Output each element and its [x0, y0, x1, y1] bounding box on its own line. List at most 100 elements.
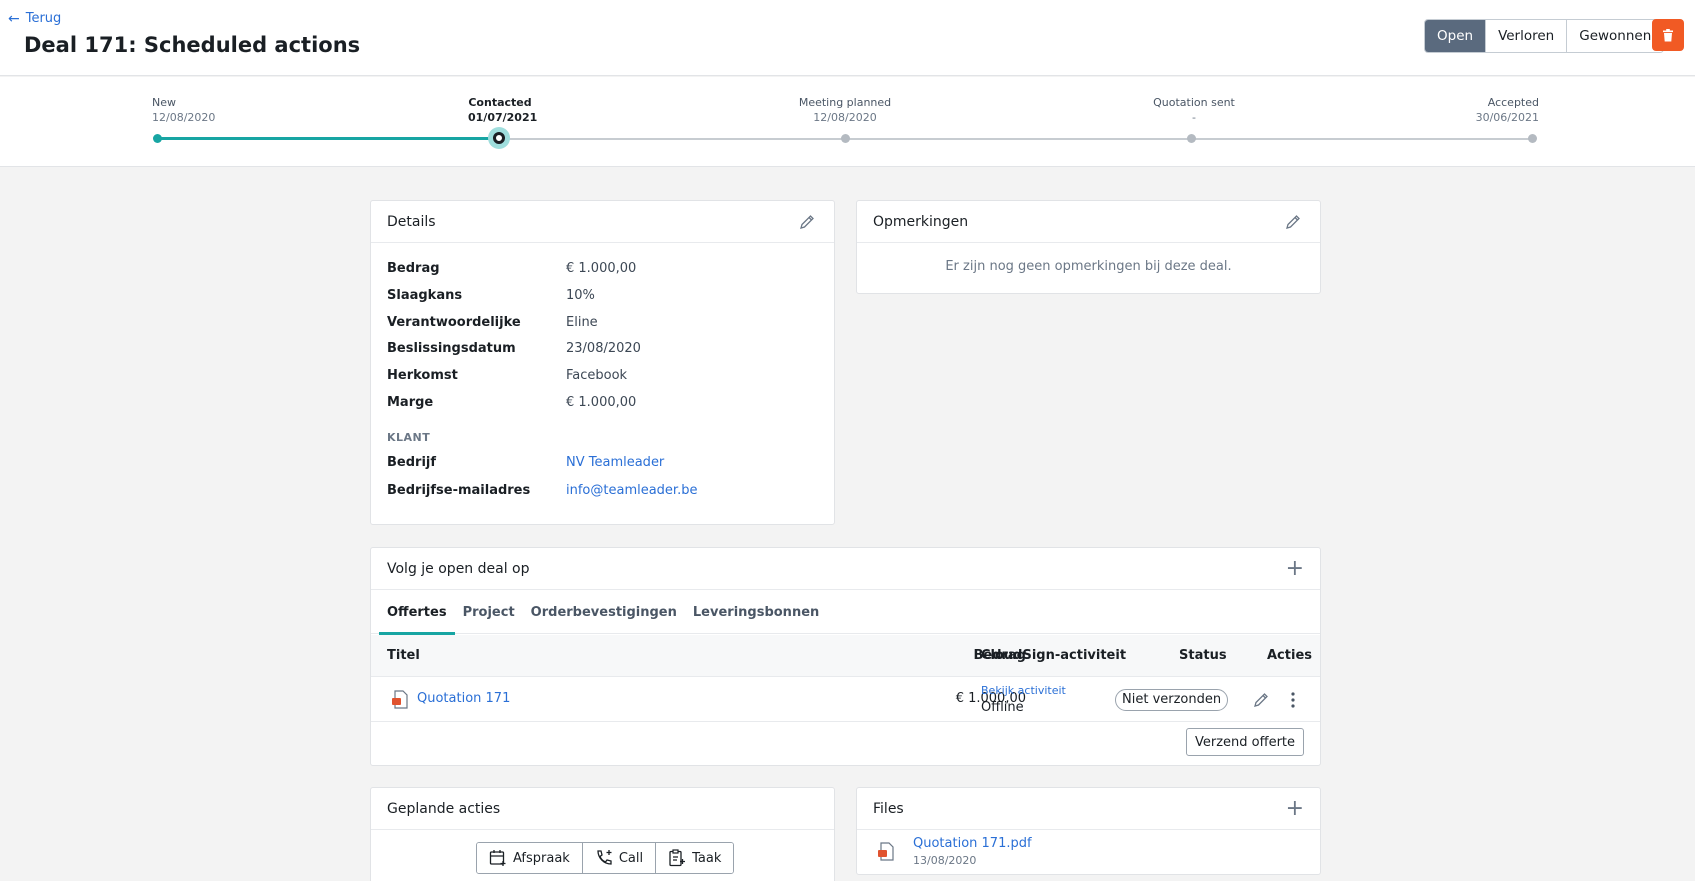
- company-link[interactable]: NV Teamleader: [566, 455, 664, 470]
- calendar-plus-icon: [489, 850, 506, 866]
- plus-icon: +: [1285, 555, 1304, 581]
- planned-actions-title: Geplande acties: [387, 800, 501, 817]
- stage-dot-quotation-sent: [1187, 134, 1196, 143]
- stage-date: -: [1192, 111, 1196, 124]
- file-date: 13/08/2020: [913, 854, 977, 867]
- details-card: Details Bedrag € 1.000,00 Slaagkans 10% …: [370, 200, 835, 525]
- add-document-button[interactable]: +: [1285, 555, 1304, 581]
- add-call-button[interactable]: Call: [582, 843, 657, 873]
- detail-value: Facebook: [566, 368, 628, 383]
- details-card-header: Details: [371, 201, 834, 243]
- followup-title: Volg je open deal op: [387, 560, 530, 577]
- stage-dot-accepted: [1528, 134, 1537, 143]
- stage-dot-meeting-planned: [841, 134, 850, 143]
- stage-accepted[interactable]: Accepted 30/06/2021: [1439, 95, 1539, 125]
- stage-dot-contacted: [493, 132, 505, 144]
- detail-label: Bedrag: [387, 261, 440, 276]
- add-file-button[interactable]: +: [1286, 797, 1304, 820]
- view-activity-link[interactable]: Bekijk activiteit: [981, 684, 1066, 697]
- klant-heading: KLANT: [387, 431, 431, 444]
- detail-label: Marge: [387, 395, 434, 410]
- status-won-button[interactable]: Gewonnen: [1567, 20, 1664, 52]
- quotation-link[interactable]: Quotation 171: [417, 691, 510, 706]
- button-label: Taak: [692, 850, 722, 866]
- edit-quotation-button[interactable]: [1250, 689, 1272, 711]
- more-vertical-icon: [1291, 692, 1295, 708]
- add-task-button[interactable]: Taak: [656, 843, 734, 873]
- back-link-label: Terug: [25, 11, 62, 26]
- files-card-header: Files +: [857, 788, 1320, 830]
- planned-actions-card: Geplande acties Afspraak Call Taak: [370, 787, 835, 881]
- back-link[interactable]: ← Terug: [8, 11, 61, 26]
- deal-status-toggle: Open Verloren Gewonnen: [1424, 19, 1665, 53]
- pdf-file-icon: [392, 690, 408, 709]
- delete-deal-button[interactable]: [1652, 19, 1684, 51]
- pdf-file-icon: [878, 842, 894, 861]
- detail-label: Slaagkans: [387, 288, 463, 303]
- detail-value: € 1.000,00: [566, 395, 637, 410]
- detail-value: € 1.000,00: [566, 261, 637, 276]
- page-header: ← Terug Deal 171: Scheduled actions Open…: [0, 0, 1695, 76]
- stage-date: 01/07/2021: [468, 111, 538, 124]
- detail-value: 23/08/2020: [566, 341, 641, 356]
- followup-tabs: Offertes Project Orderbevestigingen Leve…: [371, 591, 1320, 635]
- phone-plus-icon: [597, 850, 612, 865]
- followup-card: Volg je open deal op + Offertes Project …: [370, 547, 1321, 766]
- stage-date: 30/06/2021: [1475, 111, 1539, 124]
- remarks-empty-text: Er zijn nog geen opmerkingen bij deze de…: [945, 259, 1232, 274]
- stage-date: 12/08/2020: [152, 111, 216, 124]
- table-row: Quotation 171 € 1.000,00 Bekijk activite…: [371, 678, 1320, 722]
- stage-name: Quotation sent: [1153, 96, 1235, 109]
- status-open-button[interactable]: Open: [1425, 20, 1487, 52]
- file-item: Quotation 171.pdf 13/08/2020: [857, 831, 1320, 875]
- remarks-card: Opmerkingen Er zijn nog geen opmerkingen…: [856, 200, 1321, 294]
- detail-label: Herkomst: [387, 368, 458, 383]
- detail-label: Verantwoordelijke: [387, 315, 521, 330]
- clipboard-plus-icon: [669, 849, 686, 867]
- stage-quotation-sent[interactable]: Quotation sent -: [1144, 95, 1244, 125]
- column-header-acties: Acties: [1267, 648, 1312, 663]
- add-appointment-button[interactable]: Afspraak: [477, 843, 583, 873]
- tab-orderbevestigingen[interactable]: Orderbevestigingen: [523, 591, 685, 634]
- detail-value: 10%: [566, 288, 595, 303]
- arrow-left-icon: ←: [8, 10, 20, 27]
- edit-details-button[interactable]: [796, 211, 818, 233]
- stage-meeting-planned[interactable]: Meeting planned 12/08/2020: [795, 95, 895, 125]
- followup-card-header: Volg je open deal op +: [371, 548, 1320, 590]
- file-link[interactable]: Quotation 171.pdf: [913, 836, 1032, 851]
- details-title: Details: [387, 213, 436, 230]
- edit-remarks-button[interactable]: [1282, 211, 1304, 233]
- tab-offertes[interactable]: Offertes: [379, 591, 455, 635]
- stage-date: 12/08/2020: [813, 111, 877, 124]
- status-badge: Niet verzonden: [1115, 689, 1229, 711]
- company-email-link[interactable]: info@teamleader.be: [566, 483, 697, 498]
- stage-contacted[interactable]: Contacted 01/07/2021: [468, 95, 538, 125]
- pencil-icon: [800, 214, 814, 229]
- progress-track-remaining: [499, 138, 1533, 140]
- trash-icon: [1663, 28, 1673, 41]
- button-label: Call: [618, 850, 644, 866]
- stage-dot-new: [153, 134, 162, 143]
- pencil-icon: [1254, 693, 1268, 707]
- planned-actions-header: Geplande acties: [371, 788, 834, 830]
- files-title: Files: [873, 800, 904, 817]
- stage-name: Contacted: [468, 96, 532, 109]
- tab-leveringsbonnen[interactable]: Leveringsbonnen: [685, 591, 827, 634]
- stage-new[interactable]: New 12/08/2020: [152, 95, 215, 125]
- remarks-card-header: Opmerkingen: [857, 201, 1320, 243]
- button-label: Afspraak: [513, 850, 570, 866]
- column-header-status: Status: [1179, 648, 1227, 663]
- tab-project[interactable]: Project: [455, 591, 523, 634]
- status-lost-button[interactable]: Verloren: [1486, 20, 1568, 52]
- detail-label: Bedrijf: [387, 455, 437, 470]
- detail-value: Eline: [566, 315, 598, 330]
- more-actions-button[interactable]: [1282, 689, 1304, 711]
- column-header-titel: Titel: [387, 648, 420, 663]
- column-header-cloudsign: CloudSign-activiteit: [981, 648, 1127, 663]
- planned-actions-buttons: Afspraak Call Taak: [476, 842, 735, 874]
- remarks-title: Opmerkingen: [873, 213, 969, 230]
- progress-track-done: [157, 137, 499, 140]
- activity-state: Offline: [981, 700, 1024, 715]
- send-quotation-button[interactable]: Verzend offerte: [1186, 728, 1304, 756]
- table-header: Titel Bedrag CloudSign-activiteit Status…: [371, 635, 1320, 677]
